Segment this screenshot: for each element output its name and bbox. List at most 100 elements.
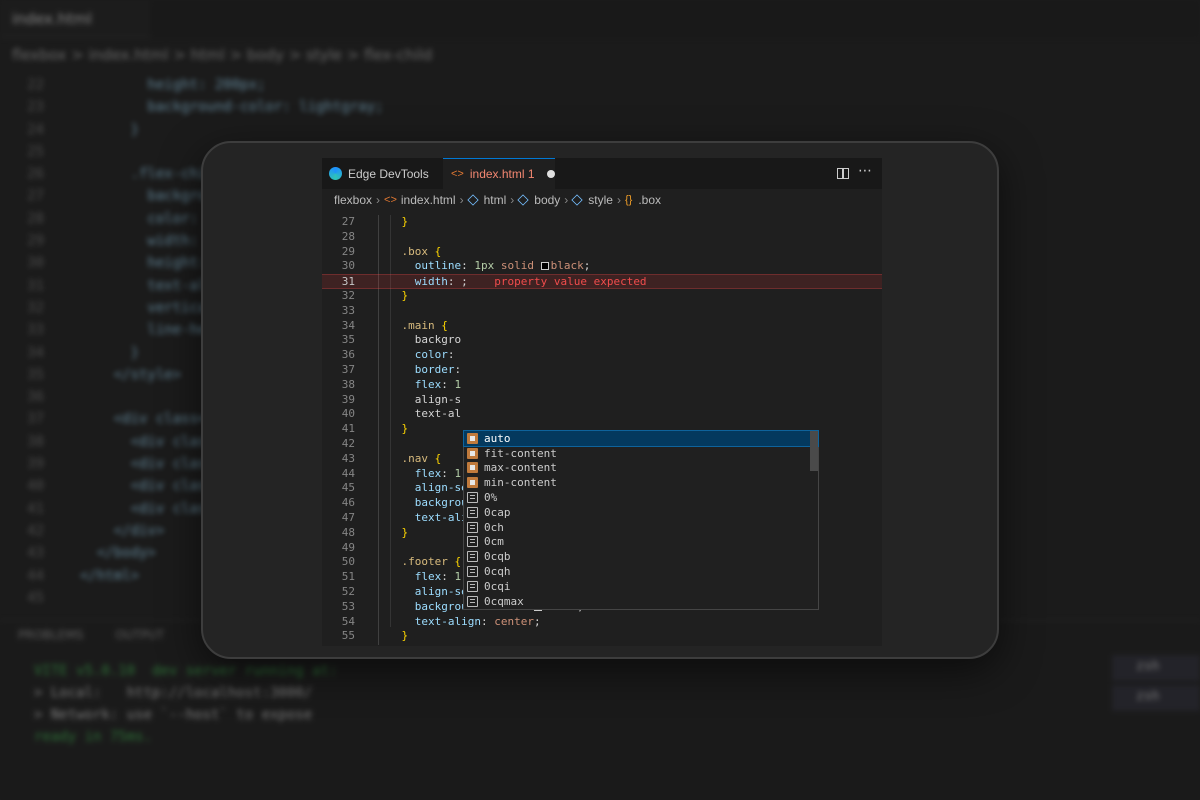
background-line-number: 28	[27, 210, 44, 227]
background-line-number: 38	[27, 433, 44, 450]
breadcrumb-separator-icon: ›	[564, 193, 569, 207]
code-line[interactable]: 56 </style>	[322, 644, 882, 646]
code-line[interactable]: 28	[322, 230, 882, 245]
split-editor-icon[interactable]	[837, 168, 849, 179]
code-line[interactable]: 39 align-s	[322, 393, 882, 408]
suggestion-item[interactable]: 0cqmax	[464, 594, 818, 609]
suggestion-item[interactable]: 0ch	[464, 520, 818, 535]
line-text: .main {	[401, 318, 448, 332]
suggestion-scrollbar[interactable]	[810, 431, 818, 471]
line-number: 33	[341, 303, 355, 317]
line-text: </style>	[375, 644, 441, 646]
background-line-number: 25	[27, 143, 44, 160]
code-line[interactable]: 38 flex: 1	[322, 378, 882, 393]
breadcrumb-folder[interactable]: flexbox	[334, 193, 372, 207]
line-number: 35	[341, 333, 355, 347]
code-line[interactable]: 34 .main {	[322, 319, 882, 334]
background-line-number: 45	[27, 589, 44, 606]
suggestion-item[interactable]: auto	[463, 430, 819, 447]
suggestion-widget[interactable]: auto fit-content max-content min-content 0% 0…	[463, 430, 819, 610]
suggestion-item[interactable]: 0cm	[464, 535, 818, 550]
line-text: flex: 1;	[414, 570, 468, 584]
background-line-number: 32	[27, 299, 44, 316]
suggestion-item[interactable]: 0cap	[464, 505, 818, 520]
unit-icon	[467, 492, 478, 504]
suggestion-item[interactable]: min-content	[464, 475, 818, 490]
terminal-line: ready in 75ms.	[34, 729, 153, 745]
code-line[interactable]: 36 color:	[322, 348, 882, 363]
line-text: }	[401, 629, 409, 643]
line-number: 32	[341, 288, 355, 302]
code-line[interactable]: 37 border:	[322, 363, 882, 378]
background-line-text: </div>	[80, 522, 165, 539]
line-number: 46	[341, 496, 355, 510]
line-number: 29	[341, 244, 355, 258]
background-code-line: 24 }	[0, 119, 383, 141]
background-line-number: 37	[27, 411, 44, 428]
code-line[interactable]: 55 }	[322, 629, 882, 644]
breadcrumb-separator-icon: ›	[376, 193, 381, 207]
suggestion-label: 0cm	[484, 535, 504, 549]
panel-tab-problems: PROBLEMS	[18, 628, 84, 642]
suggestion-item[interactable]: fit-content	[464, 446, 818, 461]
line-number: 30	[341, 259, 355, 273]
suggestion-item[interactable]: 0cqh	[464, 564, 818, 579]
code-line[interactable]: 30 outline: 1px solid black;	[322, 259, 882, 274]
code-line[interactable]: 32 }	[322, 289, 882, 304]
line-text: .box {	[401, 244, 442, 258]
line-text: }	[401, 422, 409, 436]
line-text: .nav {	[401, 451, 442, 465]
unit-icon	[467, 551, 478, 563]
panel-tab-output: OUTPUT	[115, 628, 165, 642]
line-number: 45	[341, 481, 355, 495]
line-number: 39	[341, 392, 355, 406]
background-line-text: </html>	[80, 567, 140, 584]
background-line-number: 31	[27, 277, 44, 294]
background-line-number: 42	[27, 522, 44, 539]
breadcrumb-file[interactable]: index.html	[401, 193, 456, 207]
tab-index-html[interactable]: <> index.html 1	[443, 158, 555, 189]
suggestion-item[interactable]: 0cqi	[464, 579, 818, 594]
line-number: 54	[341, 614, 355, 628]
keyword-icon	[467, 477, 478, 489]
terminal-line: > Network: use `--host` to expose	[34, 707, 313, 723]
breadcrumb-body[interactable]: body	[534, 193, 560, 207]
background-line-text: </style>	[80, 366, 182, 383]
background-line-text: }	[80, 344, 140, 361]
suggestion-label: 0%	[484, 491, 498, 505]
line-number: 52	[341, 584, 355, 598]
breadcrumb-html[interactable]: html	[484, 193, 507, 207]
code-line[interactable]: 40 text-al	[322, 407, 882, 422]
suggestion-label: 0cqmax	[484, 594, 524, 608]
suggestion-item[interactable]: 0%	[464, 490, 818, 505]
tab-edge-devtools[interactable]: Edge DevTools	[329, 158, 439, 189]
terminal-line: > Local: http://localhost:3000/	[34, 685, 313, 701]
error-message: property value expected	[467, 275, 647, 289]
breadcrumb-style[interactable]: style	[588, 193, 613, 207]
code-line[interactable]: 54 text-align: center;	[322, 615, 882, 630]
suggestion-item[interactable]: 0cqb	[464, 549, 818, 564]
code-line[interactable]: 31 width: ; property value expected	[322, 274, 882, 289]
code-line[interactable]: 27 }	[322, 215, 882, 230]
code-line[interactable]: 29 .box {	[322, 245, 882, 260]
suggestion-item[interactable]: max-content	[464, 461, 818, 476]
breadcrumb-selector[interactable]: .box	[638, 193, 661, 207]
line-number: 36	[341, 348, 355, 362]
background-line-number: 30	[27, 255, 44, 272]
code-line[interactable]: 35 backgro	[322, 333, 882, 348]
line-text: text-align: center;	[414, 614, 541, 628]
unit-icon	[467, 506, 478, 518]
tab-index-html-label: index.html 1	[469, 167, 535, 181]
background-line-number: 26	[27, 166, 44, 183]
element-cube-icon	[466, 194, 479, 206]
background-line-text	[50, 587, 80, 609]
unsaved-dot-icon[interactable]	[546, 170, 555, 178]
background-line-number: 43	[27, 545, 44, 562]
keyword-icon	[467, 462, 478, 474]
line-text: outline: 1px solid black;	[414, 259, 591, 273]
background-line-number: 39	[27, 456, 44, 473]
suggestion-label: 0cqh	[484, 565, 511, 579]
background-tab: index.html	[0, 0, 150, 38]
code-line[interactable]: 33	[322, 304, 882, 319]
more-actions-icon[interactable]: ⋯	[858, 163, 872, 179]
